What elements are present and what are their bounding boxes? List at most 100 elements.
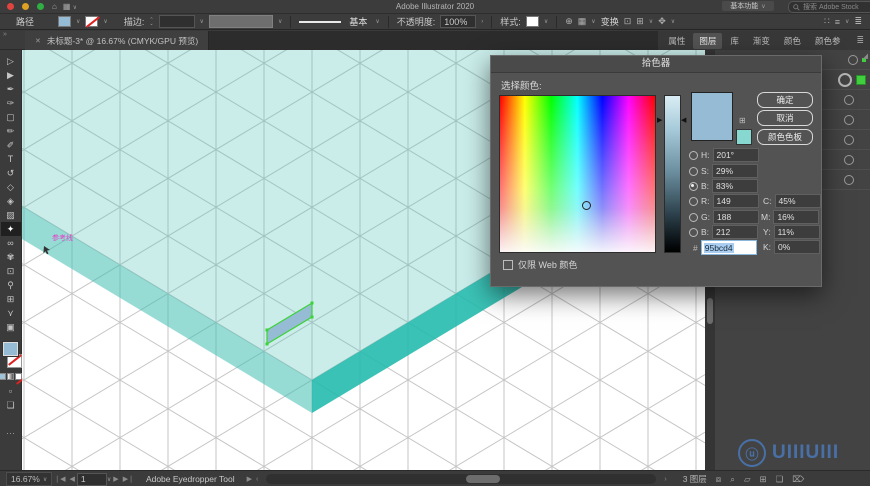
fill-color-dropdown[interactable]: ∨ [76,18,80,25]
new-layer-icon[interactable]: ❏ [776,474,784,485]
curvature-tool[interactable]: ✑ [1,96,21,110]
type-tool[interactable]: T [1,152,21,166]
brush-dropdown[interactable]: ∨ [375,18,379,25]
panel-tab-3[interactable]: 渐变 [747,33,776,49]
m-field[interactable]: 16% [773,210,820,224]
none-button[interactable] [15,373,22,380]
eyedropper-tool[interactable]: ✦ [0,222,21,236]
artboard-tool[interactable]: ⊡ [1,264,21,278]
delete-icon[interactable]: ⌦ [792,474,804,485]
vertical-scrollbar-thumb[interactable] [707,298,713,324]
cancel-button[interactable]: 取消 [757,110,813,126]
stroke-color-dropdown[interactable]: ∨ [103,18,107,25]
toolbar-collapse-chevron[interactable]: » [0,31,25,50]
zoom-tool[interactable]: ⚲ [1,278,21,292]
first-artboard-button[interactable]: ❘◀ [54,475,65,483]
color-button[interactable] [0,373,6,380]
h-radio[interactable] [689,150,698,160]
status-expand-arrow[interactable]: ▶ [247,475,252,483]
web-safe-swatch[interactable] [736,129,752,145]
shape-properties-icon[interactable]: ✥ [658,16,666,27]
fill-color-swatch[interactable] [58,16,72,27]
join-tool[interactable]: ⋎ [1,306,21,320]
web-color-cube-icon[interactable]: ⊞ [739,116,746,125]
direct-selection-tool[interactable]: ▶ [1,68,21,82]
align-icon[interactable]: ⊞ [636,16,644,27]
r-field[interactable]: 149 [712,194,759,208]
checkbox-icon[interactable] [503,259,513,270]
g-radio[interactable] [689,212,698,222]
slider-arrow-left[interactable]: ▶ [657,116,662,124]
s-radio[interactable] [689,166,698,176]
adobe-stock-search[interactable]: 搜索 Adobe Stock [788,1,870,13]
r-radio[interactable] [689,196,698,206]
toolbar-fill-swatch[interactable] [1,341,19,357]
artboard-number-field[interactable]: 1 [76,472,107,486]
symbol-sprayer-tool[interactable]: ✾ [1,250,21,264]
stroke-color-swatch[interactable] [85,16,99,27]
target-circle-icon[interactable] [844,114,854,125]
b2-field[interactable]: 212 [712,225,759,239]
pen-tool[interactable]: ✒ [1,82,21,96]
transform-label[interactable]: 变换 [601,15,619,28]
artboard-dropdown[interactable]: ∨ [107,476,111,483]
close-tab-icon[interactable]: ✕ [35,37,41,45]
stroke-weight-stepper[interactable]: ⌃ ⌄ [149,17,153,26]
paintbrush-tool[interactable]: ✐ [1,138,21,152]
brush-definition[interactable]: 基本 [346,16,370,27]
opacity-field[interactable]: 100% [440,15,477,28]
selection-tool[interactable]: ▷ [1,54,21,68]
eraser-tool[interactable]: ◇ [1,180,21,194]
document-setup-icon[interactable]: ⊕ [565,16,573,27]
opacity-panel-arrow[interactable]: › [481,19,483,25]
collect-icon[interactable]: ⧈ [716,474,721,485]
b-field[interactable]: 83% [712,179,759,193]
panel-tab-4[interactable]: 颜色 [778,33,807,49]
target-circle-icon[interactable] [848,54,858,65]
b2-radio[interactable] [689,227,698,237]
zoom-level-field[interactable]: 16.67% ∨ [6,472,53,486]
color-swatches-button[interactable]: 颜色色板 [757,129,813,145]
panel-menu-icon[interactable]: ≣ [850,31,870,50]
panel-tab-1[interactable]: 图层 [693,32,723,49]
next-artboard-button[interactable]: ▶ [113,475,118,483]
slice-tool[interactable]: ⊞ [1,292,21,306]
arrange-icon[interactable]: ∷ [824,16,830,27]
width-profile-field[interactable] [208,15,273,28]
rotate-tool[interactable]: ↺ [1,166,21,180]
stroke-weight-dropdown[interactable]: ∨ [200,18,204,25]
pencil-tool[interactable]: ✏ [1,124,21,138]
web-only-checkbox[interactable]: 仅限 Web 颜色 [503,258,577,271]
hscroll-left-arrow[interactable]: ‹ [256,476,258,483]
blend-tool[interactable]: ∞ [1,236,21,250]
preferences-grid-icon[interactable]: ▦ [578,16,587,27]
screen-mode-icon[interactable]: ❏ [1,398,21,412]
toolbar-stroke-swatch[interactable] [6,354,22,368]
panel-tab-5[interactable]: 颜色参 [809,33,847,49]
target-circle-icon[interactable] [844,174,854,185]
slider-arrow-right[interactable]: ◀ [681,116,686,124]
shaper-tool[interactable]: ▢ [1,110,21,124]
mask-icon[interactable]: ▱ [744,474,751,485]
isolate-icon[interactable]: ≡ [835,17,840,27]
gradient-tool[interactable]: ▨ [1,208,21,222]
color-spectrum-field[interactable] [499,95,656,253]
b-radio-selected[interactable] [689,181,698,191]
target-circle-icon[interactable] [844,134,854,145]
ok-button[interactable]: 确定 [757,92,813,108]
new-sublayer-icon[interactable]: ⊞ [760,474,767,485]
brightness-slider[interactable] [664,95,681,253]
h-field[interactable]: 201° [712,148,759,162]
g-field[interactable]: 188 [712,210,759,224]
horizontal-scrollbar-thumb[interactable] [466,475,501,483]
panel-tab-2[interactable]: 库 [724,33,745,49]
target-circle-icon[interactable] [838,72,852,87]
last-artboard-button[interactable]: ▶❘ [123,475,134,483]
prev-artboard-button[interactable]: ◀ [70,475,75,483]
gradient-button[interactable] [7,373,14,380]
width-profile-dropdown[interactable]: ∨ [278,18,282,25]
target-circle-icon[interactable] [844,94,854,105]
capture-tool[interactable]: ▣ [1,320,21,334]
locate-icon[interactable]: ⌕ [730,474,735,485]
draw-mode-icon[interactable]: ▫ [1,384,21,398]
